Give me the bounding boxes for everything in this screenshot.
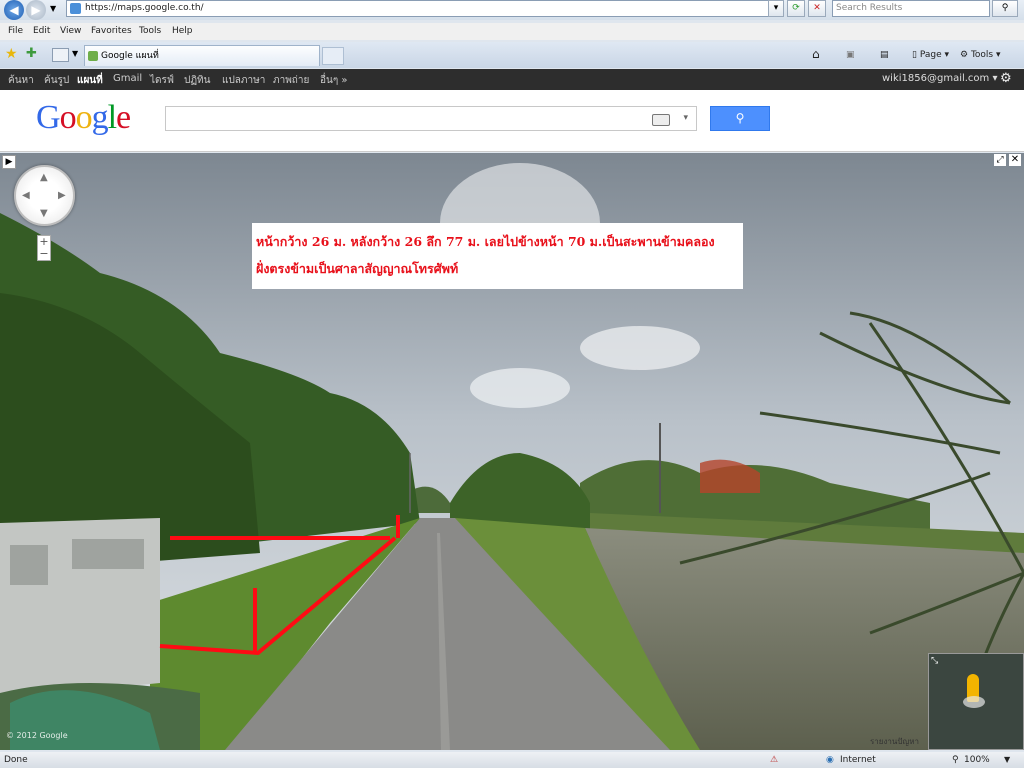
logo-letter: G <box>36 99 61 136</box>
logo-letter: e <box>116 99 131 136</box>
collapse-panel-icon[interactable]: ▶ <box>2 155 16 169</box>
gear-icon: ⚙ <box>960 50 969 60</box>
add-on-icon[interactable]: ⚠ <box>770 755 778 765</box>
new-tab-button[interactable] <box>322 47 344 65</box>
gbar-link-calendar[interactable]: ปฏิทิน <box>184 73 211 88</box>
gbar-link-images[interactable]: ค้นรูป <box>44 73 69 88</box>
zoom-out-button[interactable]: − <box>38 248 50 260</box>
expand-minimap-icon[interactable]: ⤡ <box>931 656 938 666</box>
menu-file[interactable]: File <box>8 26 23 36</box>
maps-search-input[interactable]: ▾ <box>165 106 697 131</box>
page-menu-button[interactable]: ▯ Page ▾ <box>912 50 949 60</box>
globe-icon: ◉ <box>826 755 834 765</box>
copyright-text: © 2012 Google <box>6 731 68 740</box>
annotation-line-2: ฝั่งตรงข้ามเป็นศาลาสัญญาณโทรศัพท์ <box>256 261 459 276</box>
menu-edit[interactable]: Edit <box>33 26 50 36</box>
menu-tools[interactable]: Tools <box>139 26 161 36</box>
site-favicon-icon <box>70 3 81 14</box>
navigation-compass[interactable]: ▲ ▼ ◀ ▶ <box>14 165 75 226</box>
google-bar: ค้นหา ค้นรูป แผนที่ Gmail ไดรฟ์ ปฏิทิน แ… <box>0 69 1024 90</box>
tab-bar: ★ ✚ ▼ Google แผนที่ ⌂ ▣ ▤ ▯ Page ▾ ⚙ Too… <box>0 42 1024 68</box>
address-dropdown-button[interactable]: ▾ <box>768 0 784 17</box>
status-text: Done <box>4 755 28 765</box>
search-button[interactable]: ⚲ <box>992 0 1018 17</box>
logo-letter: g <box>91 99 109 136</box>
magnifier-icon: ⚲ <box>735 111 745 125</box>
maps-search-button[interactable]: ⚲ <box>710 106 770 131</box>
pan-right-icon[interactable]: ▶ <box>58 190 66 201</box>
home-icon[interactable]: ⌂ <box>812 47 820 61</box>
address-field[interactable]: https://maps.google.co.th/ <box>66 0 784 17</box>
zoom-control: + − <box>37 235 51 261</box>
zoom-level-icon: ⚲ <box>952 755 959 765</box>
favorites-star-icon[interactable]: ★ <box>5 46 18 62</box>
gbar-link-search[interactable]: ค้นหา <box>8 73 34 88</box>
search-input[interactable]: Search Results <box>832 0 990 17</box>
feeds-icon[interactable]: ▣ <box>846 50 855 60</box>
menu-favorites[interactable]: Favorites <box>91 26 132 36</box>
page-icon: ▯ <box>912 50 917 60</box>
annotation-line-1: หน้ากว้าง 26 ม. หลังกว้าง 26 ลึก 77 ม. เ… <box>256 234 715 249</box>
fullscreen-icon[interactable]: ⤢ <box>994 154 1006 166</box>
google-logo[interactable]: Google <box>36 99 131 137</box>
account-menu[interactable]: wiki1856@gmail.com ▾ <box>882 73 997 84</box>
viewpoint-marker <box>963 696 985 708</box>
tab-list-dropdown-icon[interactable]: ▼ <box>72 49 78 58</box>
zoom-dropdown-icon[interactable]: ▼ <box>1004 755 1010 764</box>
back-button[interactable]: ◀ <box>4 0 24 20</box>
tab-google-maps[interactable]: Google แผนที่ <box>84 45 320 66</box>
menu-view[interactable]: View <box>60 26 81 36</box>
close-streetview-icon[interactable]: ✕ <box>1009 154 1021 166</box>
keyboard-icon[interactable] <box>652 114 670 126</box>
pan-up-icon[interactable]: ▲ <box>40 172 48 183</box>
mini-map[interactable]: ⤡ <box>928 653 1024 750</box>
pan-left-icon[interactable]: ◀ <box>22 190 30 201</box>
menu-bar: File Edit View Favorites Tools Help <box>0 23 1024 40</box>
menu-help[interactable]: Help <box>172 26 193 36</box>
settings-gear-icon[interactable]: ⚙ <box>1000 71 1012 86</box>
maps-header: Google ▾ ⚲ <box>0 90 1024 152</box>
add-favorite-icon[interactable]: ✚ <box>26 46 37 61</box>
maps-favicon-icon <box>88 51 98 61</box>
keyboard-dropdown-icon[interactable]: ▾ <box>683 113 688 123</box>
address-bar-row: ◀ ▶ ▼ https://maps.google.co.th/ ▾ ⟳ ✕ S… <box>0 0 1024 20</box>
stop-button[interactable]: ✕ <box>808 0 826 17</box>
security-zone[interactable]: Internet <box>840 755 876 765</box>
gbar-link-maps[interactable]: แผนที่ <box>77 73 103 88</box>
refresh-button[interactable]: ⟳ <box>787 0 805 17</box>
history-dropdown-icon[interactable]: ▼ <box>50 4 56 13</box>
logo-letter: l <box>107 99 118 136</box>
gbar-link-photos[interactable]: ภาพถ่าย <box>273 73 309 88</box>
gbar-link-gmail[interactable]: Gmail <box>113 73 142 84</box>
search-icon: ⚲ <box>1001 3 1009 13</box>
report-problem-link[interactable]: รายงานปัญหา <box>870 735 919 748</box>
street-view-panorama[interactable]: หน้ากว้าง 26 ม. หลังกว้าง 26 ลึก 77 ม. เ… <box>0 153 1024 750</box>
annotation-box: หน้ากว้าง 26 ม. หลังกว้าง 26 ลึก 77 ม. เ… <box>252 223 743 289</box>
tools-menu-button[interactable]: ⚙ Tools ▾ <box>960 50 1001 60</box>
pan-down-icon[interactable]: ▼ <box>40 208 48 219</box>
logo-letter: o <box>59 99 77 136</box>
quick-tabs-icon[interactable] <box>52 48 69 62</box>
logo-letter: o <box>75 99 93 136</box>
gbar-link-more[interactable]: อื่นๆ » <box>320 73 348 88</box>
status-bar: Done ⚠ ◉ Internet ⚲ 100% ▼ <box>0 752 1024 768</box>
gbar-link-translate[interactable]: แปลภาษา <box>222 73 265 88</box>
gbar-link-drive[interactable]: ไดรฟ์ <box>150 73 174 88</box>
zoom-level[interactable]: 100% <box>964 755 990 765</box>
forward-button[interactable]: ▶ <box>26 0 46 20</box>
print-icon[interactable]: ▤ <box>880 50 889 60</box>
